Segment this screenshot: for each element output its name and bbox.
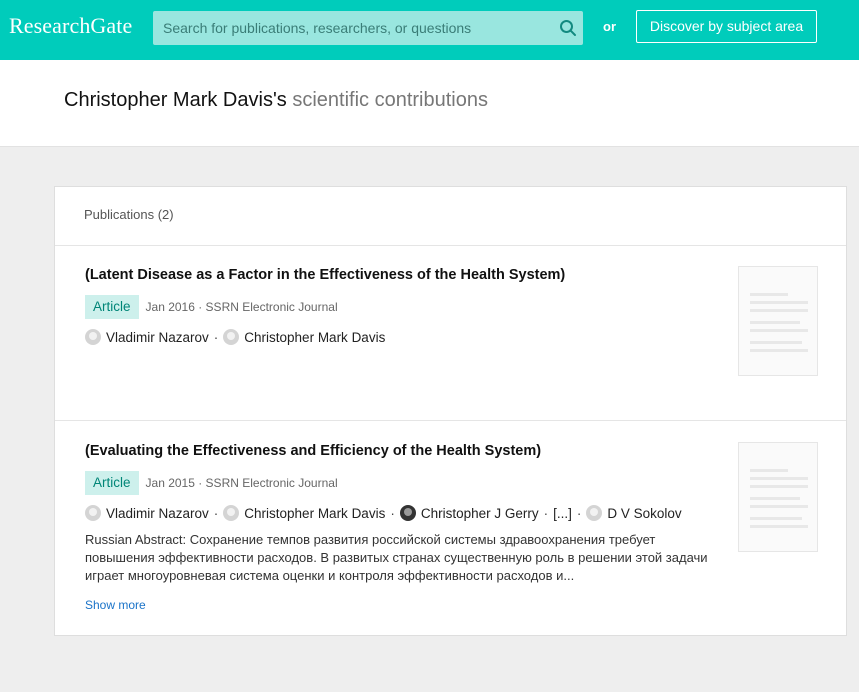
publication-item: (Evaluating the Effectiveness and Effici… bbox=[85, 443, 785, 614]
author-separator: · bbox=[576, 505, 582, 521]
show-more-link[interactable]: Show more bbox=[85, 598, 146, 612]
author-list: Vladimir Nazarov · Christopher Mark Davi… bbox=[85, 329, 785, 345]
publication-title[interactable]: (Latent Disease as a Factor in the Effec… bbox=[85, 267, 785, 283]
author-separator: · bbox=[213, 505, 219, 521]
page-title: Christopher Mark Davis's scientific cont… bbox=[64, 89, 488, 112]
search-box bbox=[153, 11, 583, 45]
author-separator: · bbox=[543, 505, 549, 521]
article-type-badge: Article bbox=[85, 471, 139, 495]
publication-abstract: Russian Abstract: Сохранение темпов разв… bbox=[85, 532, 708, 583]
more-authors-toggle[interactable]: [...] bbox=[553, 506, 572, 521]
publication-meta: Article Jan 2016 · SSRN Electronic Journ… bbox=[85, 295, 785, 319]
author-name[interactable]: Vladimir Nazarov bbox=[106, 330, 209, 345]
author-name[interactable]: Christopher Mark Davis bbox=[244, 506, 385, 521]
divider bbox=[55, 420, 846, 421]
article-type-badge: Article bbox=[85, 295, 139, 319]
publication-date-journal: Jan 2015 · SSRN Electronic Journal bbox=[145, 476, 338, 490]
author-avatar-icon bbox=[586, 505, 603, 521]
discover-by-subject-button[interactable]: Discover by subject area bbox=[636, 10, 817, 43]
publication-title[interactable]: (Evaluating the Effectiveness and Effici… bbox=[85, 443, 785, 459]
author-name[interactable]: Vladimir Nazarov bbox=[106, 506, 209, 521]
author-separator: · bbox=[390, 505, 395, 521]
page-header: Christopher Mark Davis's scientific cont… bbox=[0, 60, 859, 147]
author-list: Vladimir Nazarov · Christopher Mark Davi… bbox=[85, 505, 785, 521]
author-avatar-icon bbox=[223, 329, 240, 345]
publications-card: Publications (2) (Latent Disease as a Fa… bbox=[54, 186, 847, 636]
publication-preview-thumbnail[interactable] bbox=[738, 442, 818, 552]
or-separator: or bbox=[603, 19, 616, 34]
author-avatar-icon bbox=[223, 505, 240, 521]
page-title-suffix: scientific contributions bbox=[286, 89, 488, 111]
search-input[interactable] bbox=[153, 11, 583, 45]
author-avatar-icon bbox=[85, 329, 101, 345]
divider bbox=[55, 245, 846, 246]
author-name[interactable]: Christopher J Gerry bbox=[421, 506, 539, 521]
author-name[interactable]: Christopher Mark Davis bbox=[244, 330, 385, 345]
researcher-name: Christopher Mark Davis's bbox=[64, 89, 287, 111]
publication-item: (Latent Disease as a Factor in the Effec… bbox=[85, 267, 785, 345]
publications-count: Publications (2) bbox=[84, 207, 174, 222]
top-navigation-bar: ResearchGate or Discover by subject area bbox=[0, 0, 859, 60]
search-icon[interactable] bbox=[558, 18, 578, 38]
publication-preview-thumbnail[interactable] bbox=[738, 266, 818, 376]
researchgate-logo[interactable]: ResearchGate bbox=[9, 13, 132, 39]
publication-meta: Article Jan 2015 · SSRN Electronic Journ… bbox=[85, 471, 785, 495]
publication-date-journal: Jan 2016 · SSRN Electronic Journal bbox=[145, 300, 338, 314]
author-photo-avatar bbox=[399, 505, 416, 521]
author-separator: · bbox=[213, 329, 219, 345]
author-avatar-icon bbox=[85, 505, 101, 521]
author-name[interactable]: D V Sokolov bbox=[607, 506, 681, 521]
